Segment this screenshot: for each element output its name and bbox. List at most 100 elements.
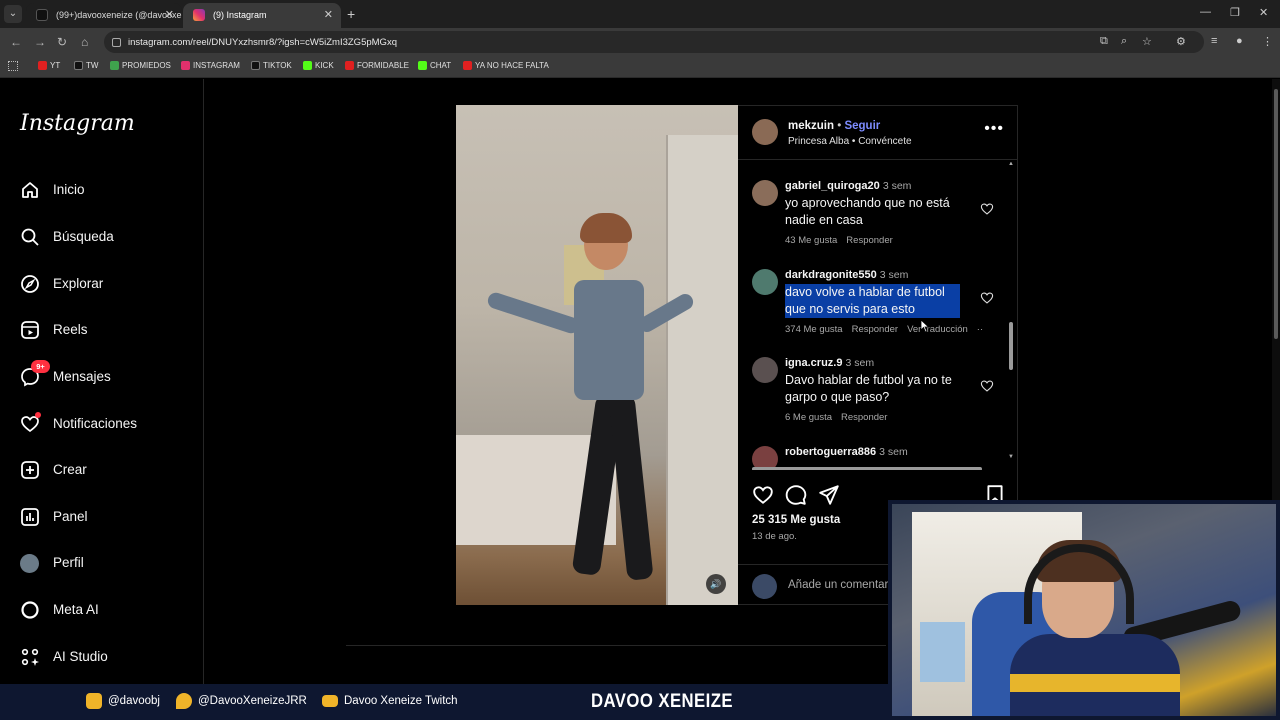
sidebar-item-busqueda[interactable]: Búsqueda: [20, 227, 114, 251]
bookmark-ya-no-hace-falta[interactable]: YA NO HACE FALTA: [463, 61, 549, 70]
comment-header: darkdragonite550 3 sem: [785, 269, 908, 281]
browser-toolbar: ← → ↻ ⌂ instagram.com/reel/DNUYxzhsmr8/?…: [0, 28, 1280, 56]
comment-likes[interactable]: 43 Me gusta: [785, 235, 837, 246]
bookmark-star-icon[interactable]: ☆: [1142, 35, 1152, 48]
apps-grid-icon[interactable]: [8, 61, 18, 71]
volume-icon[interactable]: 🔊: [706, 574, 726, 594]
author-avatar[interactable]: [752, 119, 778, 145]
bookmark-instagram[interactable]: INSTAGRAM: [181, 61, 240, 70]
browser-tab-1[interactable]: (99+)davooxeneize (@davooxe ✕: [26, 3, 182, 28]
follow-button[interactable]: Seguir: [844, 120, 880, 132]
close-tab-icon[interactable]: ✕: [324, 8, 333, 21]
back-icon[interactable]: ←: [10, 35, 22, 49]
reload-icon[interactable]: ↻: [57, 35, 67, 49]
address-bar[interactable]: instagram.com/reel/DNUYxzhsmr8/?igsh=cW5…: [104, 31, 1204, 53]
footer-instagram: @davoobj: [86, 693, 160, 709]
reel-video[interactable]: [456, 105, 738, 605]
like-comment-heart-icon[interactable]: [980, 291, 994, 305]
comments-scrollbar[interactable]: ▲ ▼: [1008, 162, 1014, 462]
instagram-icon: [181, 61, 190, 70]
media-icon[interactable]: ≡: [1211, 35, 1217, 47]
brand-title: DAVOO XENEIZE: [591, 691, 733, 712]
reply-button[interactable]: Responder: [841, 412, 887, 423]
commenter-username[interactable]: darkdragonite550: [785, 269, 877, 281]
zoom-icon[interactable]: ⌕: [1121, 35, 1127, 48]
instagram-icon: [86, 693, 102, 709]
bookmark-yt[interactable]: YT: [38, 61, 60, 70]
sidebar-item-panel[interactable]: Panel: [20, 507, 88, 531]
mouse-cursor-icon: [920, 319, 930, 333]
sidebar-item-reels[interactable]: Reels: [20, 320, 88, 344]
bookmark-formidable[interactable]: FORMIDABLE: [345, 61, 409, 70]
profile-icon[interactable]: ●: [1236, 35, 1243, 47]
comment-time: 3 sem: [879, 446, 908, 458]
forward-icon[interactable]: →: [34, 35, 46, 49]
bookmarks-bar: YT TW PROMIEDOS INSTAGRAM TIKTOK KICK FO…: [0, 56, 1280, 78]
sidebar-item-notificaciones[interactable]: Notificaciones: [20, 412, 137, 438]
sidebar-item-explorar[interactable]: Explorar: [20, 274, 103, 298]
sidebar-item-label: Mensajes: [53, 369, 111, 384]
sidebar-item-ai-studio[interactable]: AI Studio: [20, 647, 108, 671]
scroll-up-icon[interactable]: ▲: [1008, 162, 1014, 167]
author-username[interactable]: mekzuin: [788, 120, 834, 132]
home-icon[interactable]: ⌂: [81, 35, 88, 49]
like-count[interactable]: 25 315 Me gusta: [752, 514, 840, 526]
bookmark-promiedos[interactable]: PROMIEDOS: [110, 61, 171, 70]
comment-bubble-icon[interactable]: [785, 484, 807, 506]
bookmark-tw[interactable]: TW: [74, 61, 98, 70]
scroll-thumb[interactable]: [1274, 89, 1278, 339]
bookmark-tiktok[interactable]: TIKTOK: [251, 61, 292, 70]
site-info-icon[interactable]: [112, 38, 121, 47]
comment-header: gabriel_quiroga20 3 sem: [785, 180, 911, 192]
comments-horizontal-scrollbar[interactable]: [742, 466, 1004, 470]
audio-track[interactable]: Princesa Alba • Convéncete: [788, 136, 912, 147]
avatar: [20, 554, 39, 573]
instagram-logo[interactable]: Instagram: [20, 111, 135, 136]
like-comment-heart-icon[interactable]: [980, 379, 994, 393]
like-heart-icon[interactable]: [752, 484, 774, 506]
comment-likes[interactable]: 374 Me gusta: [785, 324, 843, 335]
menu-icon[interactable]: ⋮: [1262, 35, 1273, 48]
x-icon: [74, 61, 83, 70]
sidebar-item-mensajes[interactable]: 9+ Mensajes: [20, 360, 111, 391]
more-options-icon[interactable]: ··: [977, 324, 983, 335]
install-icon[interactable]: ⧉: [1100, 35, 1108, 48]
close-window-button[interactable]: ✕: [1259, 6, 1268, 19]
extensions-icon[interactable]: ⚙: [1176, 35, 1186, 48]
post-header: mekzuin • Seguir Princesa Alba • Convénc…: [738, 106, 1018, 160]
comment-likes[interactable]: 6 Me gusta: [785, 412, 832, 423]
commenter-avatar[interactable]: [752, 180, 778, 206]
minimize-button[interactable]: —: [1200, 6, 1211, 18]
sidebar-item-perfil[interactable]: Perfil: [20, 553, 84, 577]
bookmark-chat[interactable]: CHAT: [418, 61, 451, 70]
sidebar-item-label: Explorar: [53, 276, 104, 291]
scroll-thumb[interactable]: [752, 467, 982, 470]
sidebar-item-label: Crear: [53, 462, 87, 477]
like-comment-heart-icon[interactable]: [980, 202, 994, 216]
translate-button[interactable]: Ver traducción: [907, 324, 968, 335]
close-tab-icon[interactable]: ✕: [165, 8, 174, 21]
browser-tab-2[interactable]: (9) Instagram ✕: [183, 3, 341, 28]
bookmark-kick[interactable]: KICK: [303, 61, 334, 70]
commenter-avatar[interactable]: [752, 357, 778, 383]
reply-button[interactable]: Responder: [846, 235, 892, 246]
commenter-username[interactable]: gabriel_quiroga20: [785, 180, 880, 192]
youtube-icon: [38, 61, 47, 70]
scroll-thumb[interactable]: [1009, 322, 1013, 370]
sidebar-item-crear[interactable]: Crear: [20, 460, 87, 484]
commenter-username[interactable]: robertoguerra886: [785, 446, 876, 458]
commenter-username[interactable]: igna.cruz.9: [785, 357, 842, 369]
sidebar-item-inicio[interactable]: Inicio: [20, 180, 85, 204]
sidebar-item-meta-ai[interactable]: Meta AI: [20, 600, 99, 624]
more-options-icon[interactable]: •••: [984, 120, 1004, 138]
share-icon[interactable]: [818, 484, 840, 506]
commenter-avatar[interactable]: [752, 269, 778, 295]
chart-icon: [21, 508, 39, 526]
dancer-hair: [580, 213, 632, 243]
tab-search-button[interactable]: ⌄: [4, 5, 22, 23]
youtube-icon: [345, 61, 354, 70]
scroll-down-icon[interactable]: ▼: [1008, 454, 1014, 460]
new-tab-button[interactable]: +: [347, 6, 355, 22]
reply-button[interactable]: Responder: [852, 324, 898, 335]
restore-button[interactable]: ❐: [1230, 6, 1240, 19]
